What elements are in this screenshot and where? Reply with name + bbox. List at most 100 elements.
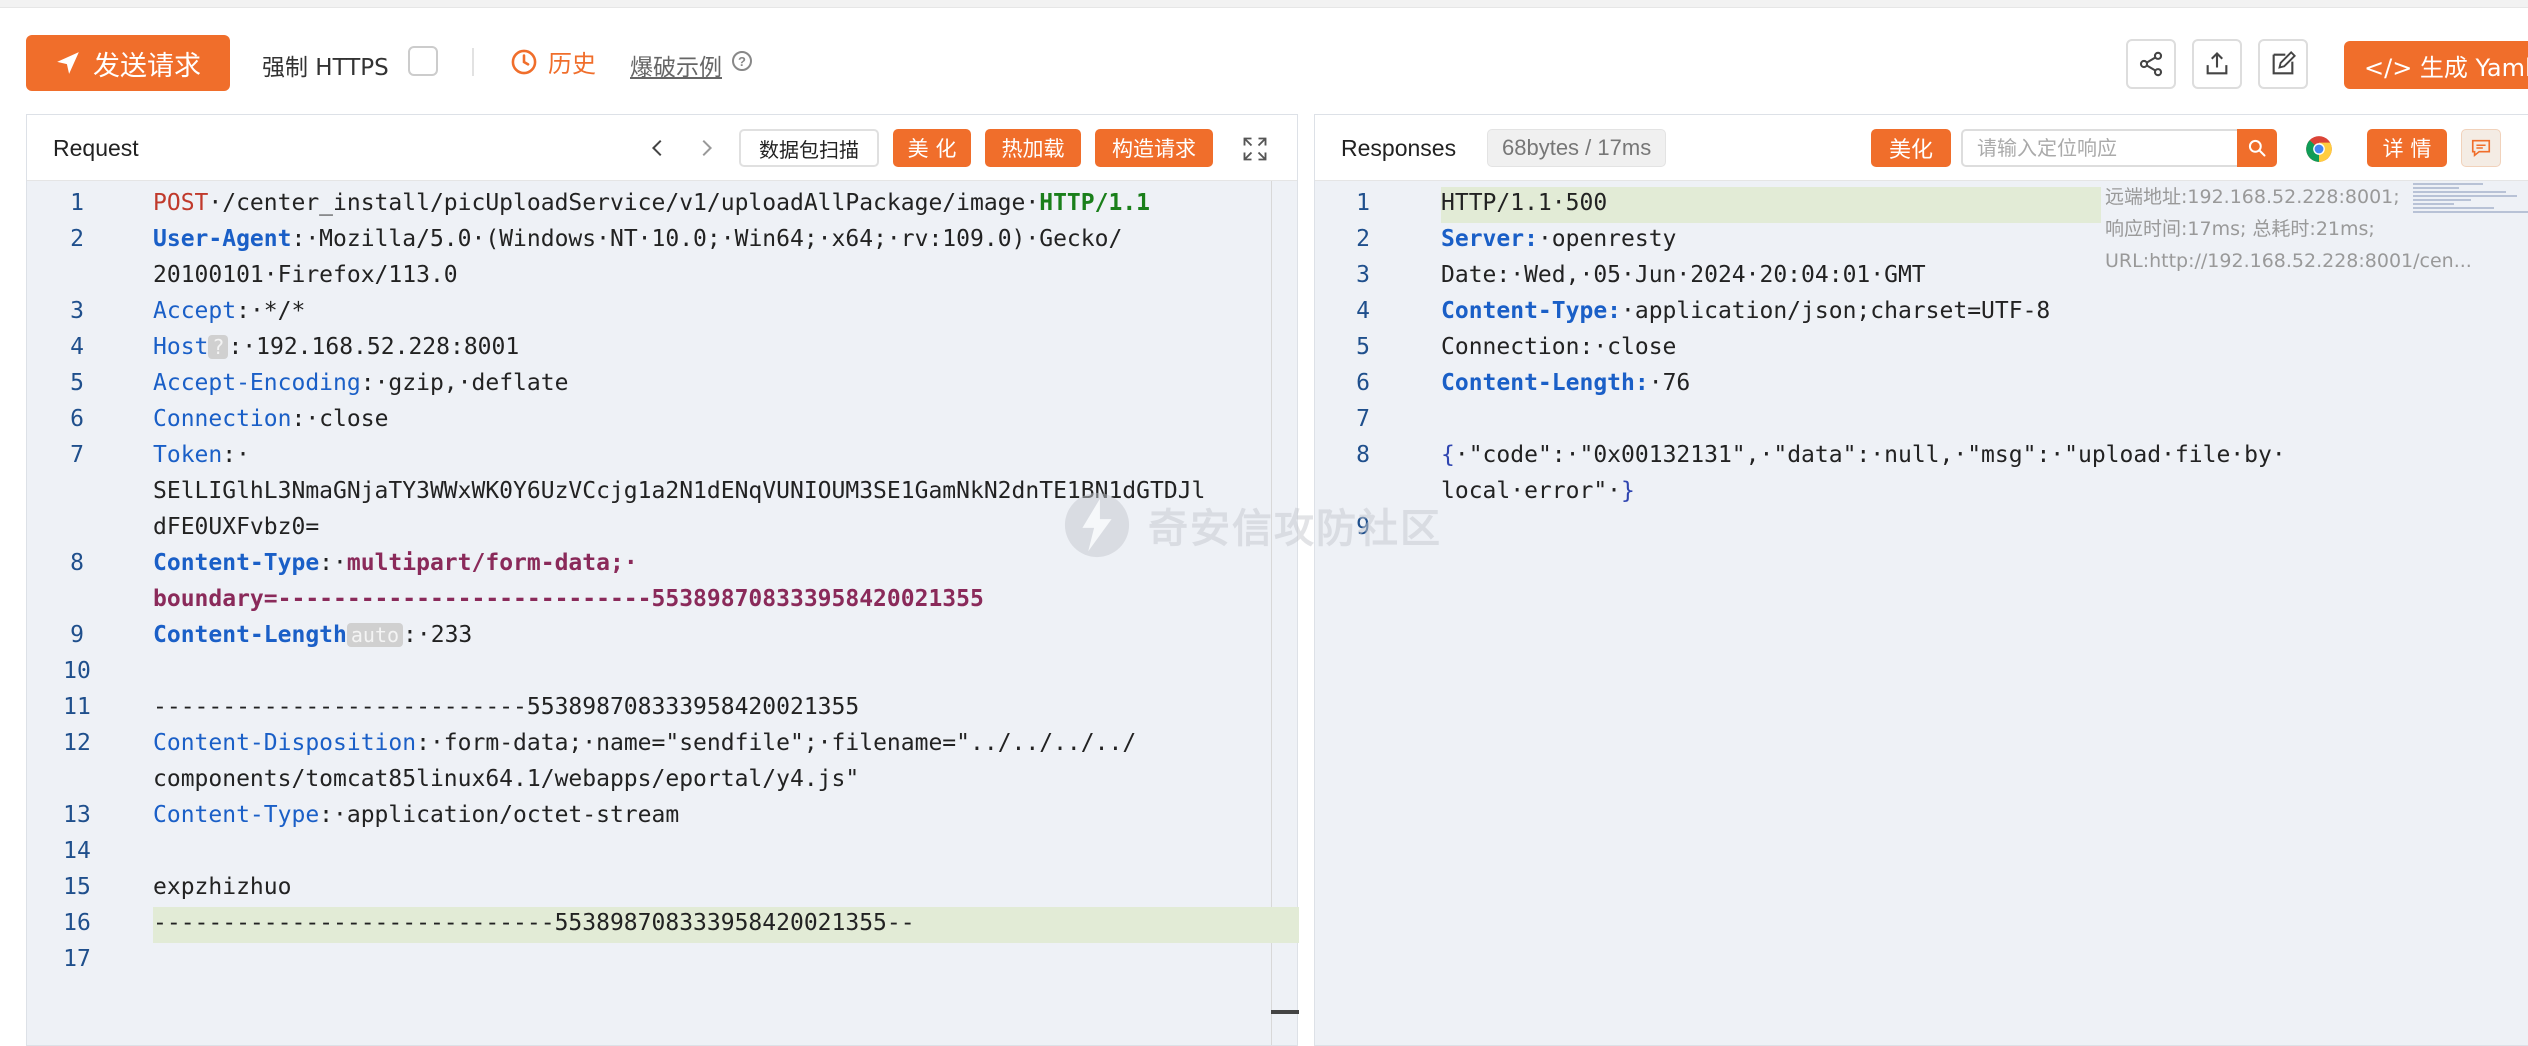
code-line: boundary=---------------------------5538…: [27, 583, 1297, 619]
code-line: components/tomcat85linux64.1/webapps/epo…: [27, 763, 1297, 799]
line-number: 7: [1356, 406, 1370, 432]
code-token: Content-Type: [153, 550, 320, 576]
share-button[interactable]: [2126, 39, 2176, 89]
code-line: 12 Content-Disposition:·form-data;·name="…: [27, 727, 1297, 763]
code-token: multipart/form-data;·: [346, 550, 638, 576]
comment-button[interactable]: [2461, 129, 2501, 167]
line-text: Token:·: [153, 442, 250, 468]
code-token: Content-Length: [153, 622, 347, 648]
code-token: Content-Type: [153, 802, 320, 828]
export-button[interactable]: [2192, 39, 2242, 89]
burst-example-link[interactable]: 爆破示例: [630, 48, 722, 82]
code-token: POST: [153, 190, 209, 216]
code-line: 7: [1315, 403, 2528, 439]
chevron-right-icon: [702, 139, 713, 157]
build-request-button[interactable]: 构造请求: [1095, 129, 1213, 167]
help-icon[interactable]: ?: [732, 51, 752, 71]
code-token: :·: [222, 442, 250, 468]
line-text: Accept-Encoding:·gzip,·deflate: [153, 370, 568, 396]
line-number: 16: [63, 910, 91, 936]
response-search-button[interactable]: [2237, 129, 2277, 167]
code-line: 15 expzhizhuo: [27, 871, 1297, 907]
code-token: Connection:·close: [1441, 334, 1677, 360]
line-text: Content-Length:·76: [1441, 370, 1690, 396]
send-request-button[interactable]: 发送请求: [26, 35, 230, 91]
line-number: 1: [70, 190, 84, 216]
clock-icon: [511, 49, 537, 74]
line-number: 14: [63, 838, 91, 864]
line-text: HTTP/1.1·500: [1441, 190, 1607, 216]
code-token: Host: [153, 334, 209, 360]
line-number: 5: [70, 370, 84, 396]
line-text: 20100101·Firefox/113.0: [153, 262, 458, 288]
code-token: Date:·Wed,·05·Jun·2024·20:04:01·GMT: [1441, 262, 1926, 288]
generate-yaml-button[interactable]: </> 生成 Yaml 模: [2344, 41, 2528, 89]
code-line: 20100101·Firefox/113.0: [27, 259, 1297, 295]
code-token: }: [1621, 478, 1635, 504]
share-icon: [2139, 51, 2163, 77]
code-token: ·"code":·"0x00132131",·"data":·null,·"ms…: [1454, 442, 2286, 468]
line-text: Connection:·close: [1441, 334, 1676, 360]
line-text: User-Agent:·Mozilla/5.0·(Windows·NT·10.0…: [153, 226, 1122, 252]
line-number: 9: [70, 622, 84, 648]
line-number: 5: [1356, 334, 1370, 360]
code-token: :·Mozilla/5.0·(Windows·NT·10.0;·Win64;·x…: [291, 226, 1123, 252]
response-editor[interactable]: 远端地址:192.168.52.228:8001; 响应时间:17ms; 总耗时…: [1315, 181, 2528, 1045]
code-token: :·233: [403, 622, 473, 648]
code-token: HTTP/1.1·500: [1441, 190, 1608, 216]
line-number: 6: [1356, 370, 1370, 396]
packet-scan-button[interactable]: 数据包扫描: [739, 129, 879, 167]
force-https-label: 强制 HTTPS: [262, 55, 389, 81]
request-scroll-marker: [1271, 1010, 1299, 1014]
hotload-button[interactable]: 热加载: [985, 129, 1081, 167]
send-request-label: 发送请求: [93, 50, 201, 82]
edit-button[interactable]: [2258, 39, 2308, 89]
code-token: ---------------------------5538987083339…: [153, 694, 860, 720]
line-number: 10: [63, 658, 91, 684]
response-beautify-button[interactable]: 美化: [1871, 129, 1951, 167]
chrome-icon[interactable]: [2305, 135, 2333, 163]
line-number: 7: [70, 442, 84, 468]
code-line: 3 Accept:·*/*: [27, 295, 1297, 331]
request-editor[interactable]: 1 POST·/center_install/picUploadService/v…: [27, 181, 1299, 1045]
code-line: 4 Host?:·192.168.52.228:8001: [27, 331, 1297, 367]
detail-button[interactable]: 详 情: [2367, 129, 2447, 167]
code-token: 20100101·Firefox/113.0: [153, 262, 458, 288]
line-text: expzhizhuo: [153, 874, 291, 900]
code-line: 5 Accept-Encoding:·gzip,·deflate: [27, 367, 1297, 403]
code-line: 2 Server:·openresty: [1315, 223, 2528, 259]
code-token: :·application/octet-stream: [319, 802, 680, 828]
line-number: 3: [70, 298, 84, 324]
code-token: ·76: [1648, 370, 1691, 396]
force-https-checkbox[interactable]: [408, 46, 438, 76]
line-text: Host?:·192.168.52.228:8001: [153, 334, 519, 360]
response-search-input[interactable]: [1961, 129, 2241, 167]
code-token: ·openresty: [1537, 226, 1677, 252]
code-token: :·close: [291, 406, 389, 432]
line-number: 11: [63, 694, 91, 720]
code-line: 11 ---------------------------55389870833…: [27, 691, 1297, 727]
watermark-text: 奇安信攻防社区: [1148, 506, 1442, 552]
line-text: Connection:·close: [153, 406, 388, 432]
response-panel: Responses 68bytes / 17ms 美化 详 情 远端地址:192…: [1314, 114, 2528, 1046]
line-number: 4: [1356, 298, 1370, 324]
code-token: :·gzip,·deflate: [360, 370, 569, 396]
code-line: 14: [27, 835, 1297, 871]
line-text: Content-Length auto:·233: [153, 622, 472, 648]
line-text: POST·/center_install/picUploadService/v1…: [153, 190, 1150, 216]
code-token: Accept: [153, 298, 237, 324]
code-token: ?: [208, 335, 229, 359]
code-token: Connection: [153, 406, 292, 432]
window-top-strip: [0, 0, 2528, 8]
code-token: -----------------------------55389870833…: [153, 910, 915, 936]
code-token: dFE0UXFvbz0=: [153, 514, 320, 540]
expand-icon[interactable]: [1241, 135, 1269, 163]
next-request-button[interactable]: [691, 133, 721, 163]
line-text: components/tomcat85linux64.1/webapps/epo…: [153, 766, 859, 792]
export-icon: [2206, 52, 2228, 75]
history-button[interactable]: 历史: [510, 44, 596, 79]
line-text: Content-Disposition:·form-data;·name="se…: [153, 730, 1136, 756]
prev-request-button[interactable]: [643, 133, 673, 163]
toolbar-divider: [472, 48, 474, 76]
request-beautify-button[interactable]: 美 化: [893, 129, 971, 167]
